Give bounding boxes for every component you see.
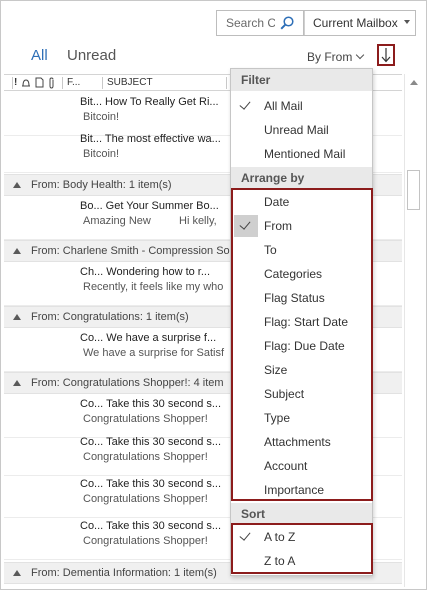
group-label: From: Body Health: 1 item(s) (31, 179, 172, 191)
message-subject: Co... We have a surprise f... (80, 332, 217, 344)
vertical-scrollbar[interactable] (404, 74, 422, 587)
reminder-column-icon[interactable] (21, 78, 31, 88)
importance-column-icon[interactable]: ! (14, 77, 17, 88)
collapse-triangle-icon[interactable] (13, 248, 21, 254)
menu-item-mentioned-mail[interactable]: Mentioned Mail (231, 142, 372, 166)
message-preview: Congratulations Shopper! (83, 451, 208, 463)
sort-highlight (231, 523, 373, 574)
search-scope-label: Current Mailbox (304, 11, 398, 35)
group-label: From: Congratulations Shopper!: 4 item (31, 377, 224, 389)
menu-item-unread-mail[interactable]: Unread Mail (231, 118, 372, 142)
menu-item-all-mail[interactable]: All Mail (231, 94, 372, 118)
message-preview: Bitcoin! (83, 148, 120, 160)
message-subject: Co... Take this 30 second s... (80, 478, 222, 490)
icon-column-icon[interactable] (35, 77, 44, 88)
menu-item-label: Mentioned Mail (264, 147, 346, 161)
collapse-triangle-icon[interactable] (13, 314, 21, 320)
tab-unread[interactable]: Unread (67, 47, 116, 64)
arrangement-dropdown[interactable]: By From (307, 50, 365, 64)
message-subject: Bo... Get Your Summer Bo... (80, 200, 219, 212)
filter-header: Filter (241, 73, 271, 87)
group-label: From: Charlene Smith - Compression So (31, 245, 230, 257)
message-preview: Congratulations Shopper! (83, 493, 208, 505)
attachment-column-icon[interactable] (48, 77, 56, 89)
message-preview: Congratulations Shopper! (83, 413, 208, 425)
message-preview: We have a surprise for Satisf (83, 347, 225, 359)
message-preview-body: Hi kelly, (179, 215, 217, 227)
scrollbar-thumb[interactable] (407, 170, 420, 210)
outlook-message-list-pane: Search C Current Mailbox All Unread By F… (0, 0, 427, 590)
group-label: From: Dementia Information: 1 item(s) (31, 567, 217, 579)
subject-column-header[interactable]: SUBJECT (107, 77, 153, 88)
sort-direction-button[interactable] (377, 44, 395, 66)
message-preview: Recently, it feels like my who (83, 281, 224, 293)
message-preview: Bitcoin! (83, 111, 120, 123)
tab-all[interactable]: All (31, 47, 48, 64)
message-subject: Co... Take this 30 second s... (80, 398, 222, 410)
menu-section-filter: Filter (231, 69, 372, 91)
menu-item-label: All Mail (264, 99, 303, 113)
collapse-triangle-icon[interactable] (13, 380, 21, 386)
message-subject: Co... Take this 30 second s... (80, 520, 222, 532)
arrange-by-highlight (231, 188, 373, 501)
collapse-triangle-icon[interactable] (13, 570, 21, 576)
message-subject: Bit... How To Really Get Ri... (80, 96, 219, 108)
search-input[interactable]: Search C (216, 10, 304, 36)
sort-header: Sort (241, 507, 265, 521)
checkmark-icon (239, 98, 251, 110)
message-preview: Amazing New (83, 215, 151, 227)
search-placeholder: Search C (226, 16, 275, 30)
message-preview: Congratulations Shopper! (83, 535, 208, 547)
arrange-by-header: Arrange by (241, 171, 305, 185)
search-scope-dropdown[interactable]: Current Mailbox (304, 10, 416, 36)
group-label: From: Congratulations: 1 item(s) (31, 311, 189, 323)
collapse-triangle-icon[interactable] (13, 182, 21, 188)
chevron-down-icon (356, 50, 365, 60)
chevron-down-icon (404, 20, 410, 24)
menu-section-sort: Sort (231, 503, 372, 525)
message-subject: Ch... Wondering how to r... (80, 266, 211, 278)
scroll-up-icon[interactable] (410, 80, 418, 85)
message-subject: Co... Take this 30 second s... (80, 436, 222, 448)
from-column-header[interactable]: F... (67, 77, 80, 88)
arrangement-label: By From (307, 50, 353, 64)
menu-item-label: Unread Mail (264, 123, 329, 137)
message-subject: Bit... The most effective wa... (80, 133, 221, 145)
search-icon[interactable] (279, 15, 295, 31)
arrow-down-icon (381, 48, 391, 63)
menu-section-arrange-by: Arrange by (231, 167, 372, 189)
